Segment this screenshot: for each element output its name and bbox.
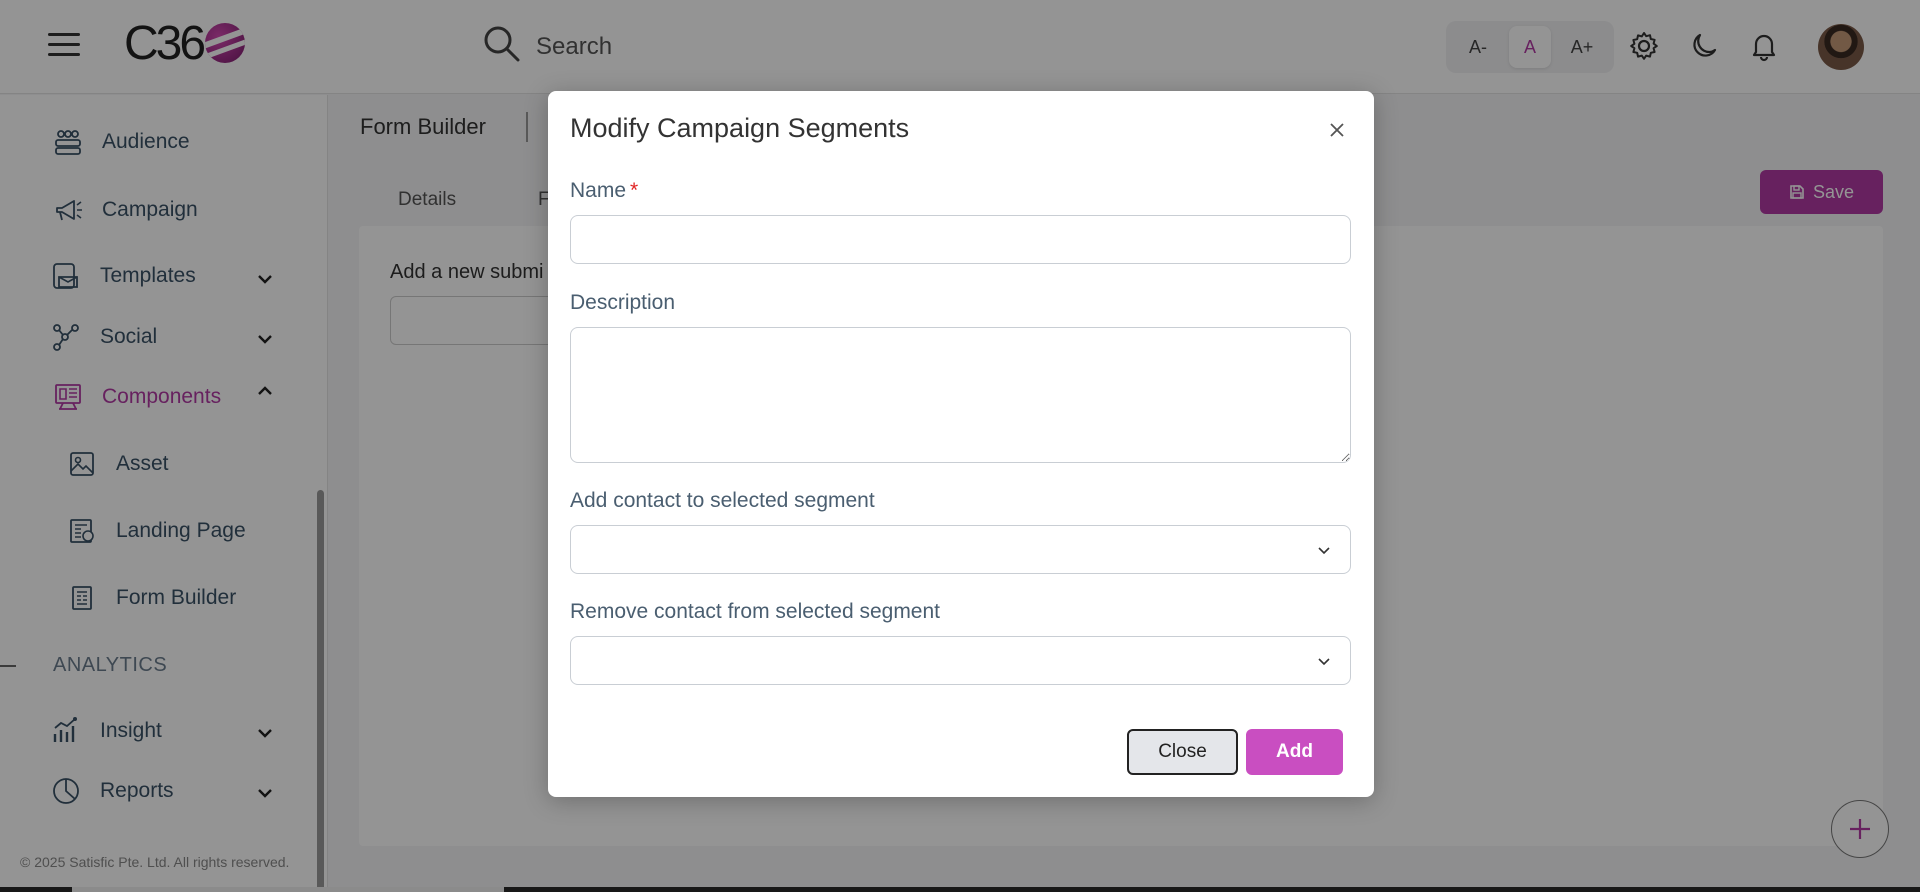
modal-title: Modify Campaign Segments: [570, 113, 910, 143]
chevron-down-icon: [1318, 657, 1330, 665]
required-indicator: *: [630, 179, 639, 202]
name-input[interactable]: [570, 215, 1351, 264]
remove-contact-label: Remove contact from selected segment: [570, 600, 941, 623]
add-button[interactable]: Add: [1246, 729, 1343, 775]
description-label: Description: [570, 291, 676, 314]
description-textarea[interactable]: [570, 327, 1351, 463]
add-contact-select[interactable]: [570, 525, 1351, 574]
close-icon[interactable]: [1324, 117, 1350, 143]
chevron-down-icon: [1318, 546, 1330, 554]
name-label: Name *: [570, 179, 638, 203]
remove-contact-select[interactable]: [570, 636, 1351, 685]
name-label-text: Name: [570, 179, 627, 202]
close-button[interactable]: Close: [1127, 729, 1238, 775]
modify-campaign-segments-dialog: Modify Campaign Segments Name * Descripti…: [548, 91, 1374, 797]
add-contact-label: Add contact to selected segment: [570, 489, 875, 512]
